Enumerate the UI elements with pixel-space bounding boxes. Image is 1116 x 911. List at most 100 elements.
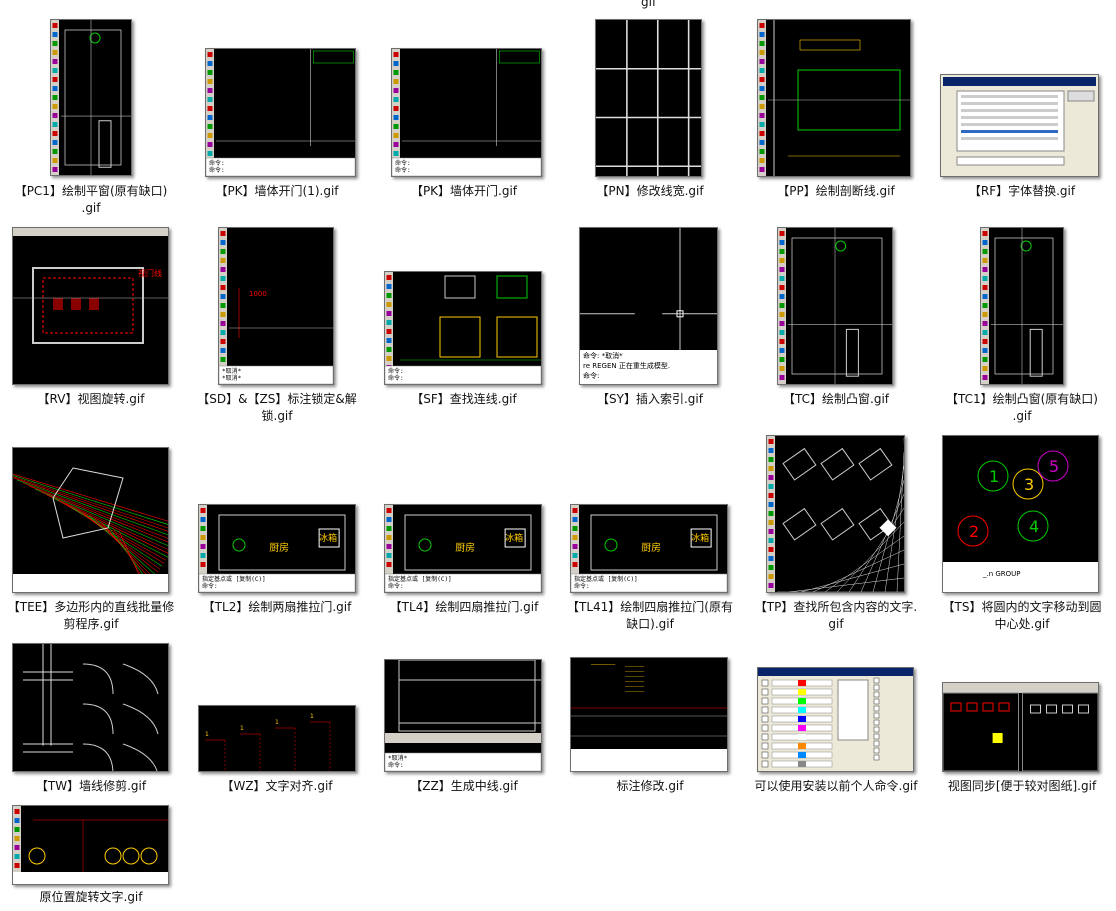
file-thumbnail[interactable]	[757, 19, 911, 177]
thumbnail-image	[596, 20, 701, 176]
file-thumbnail[interactable]: 命令: 命令:	[391, 48, 542, 177]
file-thumbnail[interactable]	[12, 447, 169, 593]
svg-text:────────: ────────	[624, 689, 645, 694]
file-name-label[interactable]: 标注修改.gif	[563, 778, 737, 795]
svg-text:命令:: 命令:	[395, 166, 411, 174]
thumbnail-image: *取消*命令:	[385, 660, 541, 771]
file-thumbnail[interactable]	[757, 667, 914, 772]
thumbnail-image: 命令:命令:	[385, 272, 541, 384]
file-name-label[interactable]: 【ZZ】生成中线.gif	[377, 778, 551, 795]
file-thumbnail[interactable]	[942, 682, 1099, 772]
file-thumbnail[interactable]	[777, 227, 893, 385]
file-thumbnail[interactable]: 命令: *取消* re REGEN 正在重生成模型. 命令:	[579, 227, 718, 385]
file-name-label[interactable]: 【SD】&【ZS】标注锁定&解 锁.gif	[190, 391, 364, 425]
file-name-label[interactable]: 【TS】将圆内的文字移动到圆 中心处.gif	[935, 599, 1109, 633]
file-name-label[interactable]: 【TC1】绘制凸窗(原有缺口) .gif	[935, 391, 1109, 425]
svg-text:命令: *取消*: 命令: *取消*	[583, 351, 623, 360]
svg-text:4: 4	[1029, 517, 1039, 536]
file-name-label[interactable]: 【RF】字体替换.gif	[935, 183, 1109, 200]
svg-text:命令:: 命令:	[388, 367, 404, 375]
file-name-label[interactable]: 视图同步[便于较对图纸].gif	[935, 778, 1109, 795]
file-name-label[interactable]: 【RV】视图旋转.gif	[4, 391, 178, 408]
svg-text:冰箱: 冰箱	[691, 532, 709, 544]
file-thumbnail[interactable]: *取消* 命令:	[384, 659, 542, 772]
svg-text:命令:: 命令:	[574, 582, 590, 590]
file-name-label[interactable]: 【SF】查找连线.gif	[377, 391, 551, 408]
thumbnail-image	[51, 20, 131, 175]
file-thumbnail[interactable]: 1000 *取消* *取消*	[218, 227, 334, 385]
thumbnail-image: 1000 *取消**取消*	[219, 228, 333, 384]
file-name-label[interactable]: 【TW】墙线修剪.gif	[4, 778, 178, 795]
svg-text:命令:: 命令:	[583, 371, 599, 380]
thumbnail-image: 1 1 1 1	[205, 713, 331, 771]
file-thumbnail[interactable]: 命令: 命令:	[205, 48, 356, 177]
file-thumbnail[interactable]	[595, 19, 702, 177]
file-thumbnail[interactable]	[12, 643, 169, 772]
svg-text:命令:: 命令:	[395, 159, 411, 167]
thumbnail-image	[943, 683, 1098, 771]
file-thumbnail[interactable]: ──────── ──────── ──────── ──────── ────────…	[570, 657, 728, 772]
thumbnail-image	[941, 75, 1098, 176]
thumbnail-image	[23, 644, 159, 771]
svg-text:命令:: 命令:	[388, 374, 404, 382]
svg-text:指定基点或 [复制(C)]: 指定基点或 [复制(C)]	[574, 575, 638, 583]
svg-text:5: 5	[1049, 457, 1059, 476]
svg-text:1: 1	[275, 719, 279, 726]
partial-top-label: gif	[641, 0, 657, 9]
file-name-label[interactable]: 可以使用安装以前个人命令.gif	[749, 778, 923, 795]
svg-text:3: 3	[1024, 475, 1034, 494]
svg-text:_.n GROUP: _.n GROUP	[982, 570, 1021, 578]
file-thumbnail[interactable]: 视门线	[12, 227, 169, 385]
file-thumbnail[interactable]	[766, 435, 905, 593]
file-name-label[interactable]: 【PC1】绘制平窗(原有缺口) .gif	[4, 183, 178, 217]
file-name-label[interactable]: 【WZ】文字对齐.gif	[190, 778, 364, 795]
thumbnail-image	[13, 467, 168, 592]
svg-text:命令:: 命令:	[388, 582, 404, 590]
thumbnail-image	[758, 668, 913, 771]
file-name-label[interactable]: 【PN】修改线宽.gif	[563, 183, 737, 200]
thumbnail-image: 1 35 2 4 _.n GROUP	[943, 450, 1098, 592]
file-name-label[interactable]: 【PK】墙体开门(1).gif	[190, 183, 364, 200]
file-thumbnail[interactable]: 命令: 命令:	[384, 271, 542, 385]
svg-text:*取消*: *取消*	[388, 754, 408, 762]
file-name-label[interactable]: 【TP】查找所包含内容的文字. gif	[749, 599, 923, 633]
file-name-label[interactable]: 【PP】绘制剖断线.gif	[749, 183, 923, 200]
svg-text:1: 1	[205, 731, 209, 738]
file-thumbnail[interactable]: 1 3 5 2 4 _.n GROUP	[942, 435, 1099, 593]
svg-text:命令:: 命令:	[209, 159, 225, 167]
svg-text:命令:: 命令:	[202, 582, 218, 590]
svg-text:厨房: 厨房	[641, 541, 661, 554]
svg-text:冰箱: 冰箱	[319, 532, 337, 544]
svg-text:厨房: 厨房	[269, 541, 289, 554]
file-name-label[interactable]: 【TC】绘制凸窗.gif	[749, 391, 923, 408]
file-name-label[interactable]: 【SY】插入索引.gif	[563, 391, 737, 408]
file-thumbnail[interactable]	[50, 19, 132, 176]
thumbnail-image	[758, 20, 910, 176]
file-thumbnail[interactable]: 1 1 1 1	[198, 705, 356, 772]
file-thumbnail[interactable]	[980, 227, 1064, 385]
svg-text:*取消*: *取消*	[222, 367, 242, 375]
file-name-label[interactable]: 【TEE】多边形内的直线批量修 剪程序.gif	[4, 599, 178, 633]
svg-text:1: 1	[989, 467, 999, 486]
file-thumbnail[interactable]	[940, 74, 1099, 177]
svg-text:re REGEN 正在重生成模型.: re REGEN 正在重生成模型.	[583, 361, 670, 370]
svg-text:厨房: 厨房	[455, 541, 475, 554]
file-thumbnail[interactable]: 厨房 冰箱 指定基点或 [复制(C)] 命令:	[198, 504, 356, 593]
file-thumbnail[interactable]	[12, 805, 169, 885]
svg-text:指定基点或 [复制(C)]: 指定基点或 [复制(C)]	[388, 575, 452, 583]
file-thumbnail[interactable]: 厨房 冰箱 指定基点或 [复制(C)] 命令:	[384, 504, 542, 593]
svg-text:1000: 1000	[249, 290, 267, 298]
svg-text:命令:: 命令:	[388, 761, 404, 769]
file-browser-thumbnail-view: { "partial_label": "gif", "files": [ {"l…	[0, 0, 1116, 911]
thumbnail-image	[778, 228, 892, 384]
thumbnail-image: 厨房 冰箱指定基点或 [复制(C)]命令:	[571, 505, 727, 592]
file-name-label[interactable]: 原位置旋转文字.gif	[4, 889, 178, 906]
svg-text:1: 1	[240, 725, 244, 732]
file-thumbnail[interactable]: 厨房 冰箱指定基点或 [复制(C)] 命令:	[570, 504, 728, 593]
thumbnail-image	[767, 436, 904, 592]
file-name-label[interactable]: 【TL4】绘制四扇推拉门.gif	[377, 599, 551, 616]
thumbnail-image	[13, 806, 168, 884]
file-name-label[interactable]: 【PK】墙体开门.gif	[377, 183, 551, 200]
file-name-label[interactable]: 【TL2】绘制两扇推拉门.gif	[190, 599, 364, 616]
file-name-label[interactable]: 【TL41】绘制四扇推拉门(原有 缺口).gif	[563, 599, 737, 633]
